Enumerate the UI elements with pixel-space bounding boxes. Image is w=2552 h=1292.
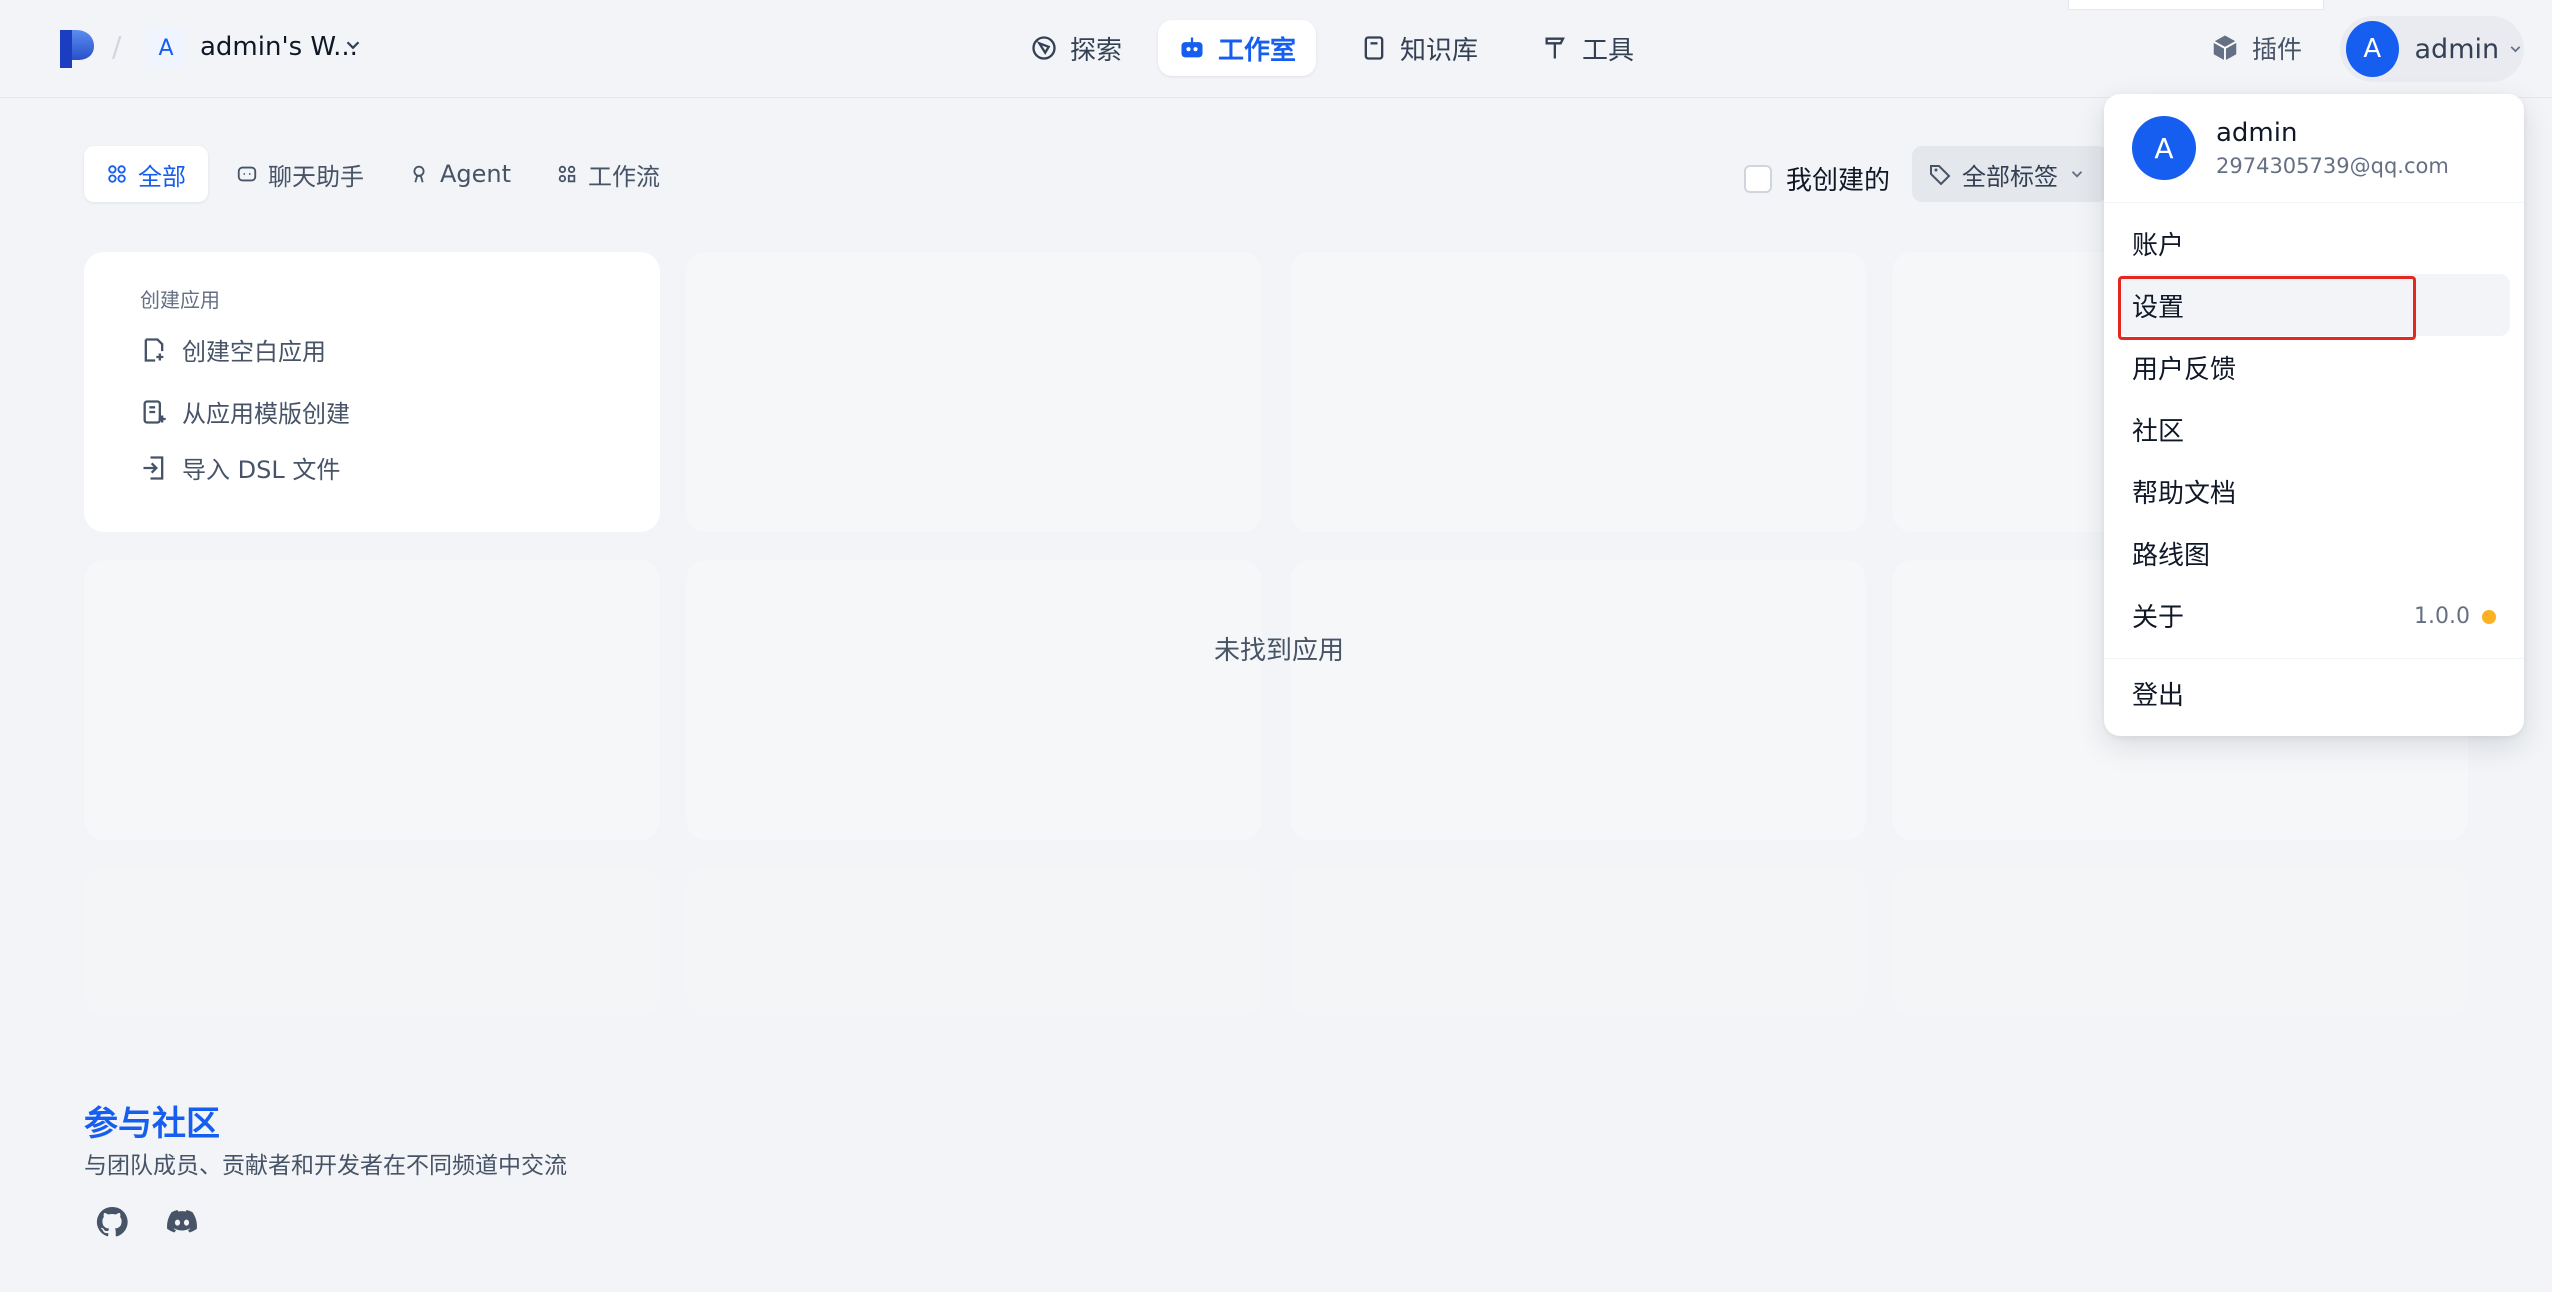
menu-item-feedback[interactable]: 用户反馈 xyxy=(2118,336,2510,398)
nav-explore-label: 探索 xyxy=(1070,35,1123,66)
menu-item-account[interactable]: 账户 xyxy=(2118,212,2510,274)
file-plus-icon xyxy=(144,337,164,362)
import-icon xyxy=(143,455,164,480)
import-dsl-button[interactable]: 导入 DSL 文件 xyxy=(140,450,340,485)
create-app-card: 创建应用 创建空白应用 从应用模版创建 导入 DSL 文件 xyxy=(84,252,660,532)
placeholder-card xyxy=(1290,252,1866,532)
tab-workflow[interactable]: 工作流 xyxy=(534,146,682,202)
workspace-avatar[interactable]: A xyxy=(146,28,186,68)
chevron-down-icon xyxy=(2071,171,2083,178)
user-menu-button[interactable]: A admin xyxy=(2340,16,2524,82)
top-bar: / A admin's W... 探索 工作室 知识库 工具 插件 A admi… xyxy=(0,0,2552,98)
template-icon xyxy=(143,399,166,424)
menu-user-name: admin xyxy=(2216,118,2298,148)
nav-studio-label: 工作室 xyxy=(1218,35,1297,66)
workspace-name[interactable]: admin's W... xyxy=(200,32,358,62)
create-template-label: 从应用模版创建 xyxy=(182,400,350,428)
plugins-button[interactable]: 插件 xyxy=(2210,30,2302,66)
robot-icon xyxy=(1181,37,1203,58)
book-icon xyxy=(1364,36,1384,60)
created-by-me-filter[interactable]: 我创建的 xyxy=(1744,160,1890,197)
nav-tools-label: 工具 xyxy=(1582,35,1635,66)
created-by-me-label: 我创建的 xyxy=(1786,166,1891,196)
discord-icon[interactable] xyxy=(164,1204,200,1240)
nav-knowledge[interactable]: 知识库 xyxy=(1340,20,1498,76)
create-app-title: 创建应用 xyxy=(140,288,220,312)
create-blank-label: 创建空白应用 xyxy=(182,338,326,366)
menu-item-help-docs[interactable]: 帮助文档 xyxy=(2118,460,2510,522)
empty-state-text: 未找到应用 xyxy=(1214,636,1345,666)
tag-filter-select[interactable]: 全部标签 xyxy=(1912,146,2108,202)
update-dot xyxy=(2482,609,2496,624)
breadcrumb-separator: / xyxy=(112,30,122,63)
chat-icon xyxy=(237,166,257,182)
plugins-label: 插件 xyxy=(2252,35,2303,64)
nav-explore[interactable]: 探索 xyxy=(1010,20,1142,76)
nav-knowledge-label: 知识库 xyxy=(1400,35,1479,66)
nav-tools[interactable]: 工具 xyxy=(1522,20,1654,76)
workflow-icon xyxy=(558,165,576,183)
placeholder-card xyxy=(1290,560,1866,840)
placeholder-card xyxy=(1892,866,2468,1016)
menu-item-roadmap[interactable]: 路线图 xyxy=(2118,522,2510,584)
grid-icon xyxy=(108,165,126,183)
chevron-down-icon xyxy=(2510,46,2521,53)
import-dsl-label: 导入 DSL 文件 xyxy=(182,456,341,484)
tag-icon xyxy=(1930,165,1951,186)
create-blank-app-button[interactable]: 创建空白应用 xyxy=(140,332,326,367)
app-logo[interactable] xyxy=(58,28,96,70)
avatar: A xyxy=(2346,21,2399,77)
github-icon[interactable] xyxy=(94,1204,130,1240)
cube-icon xyxy=(2213,35,2237,61)
version-badge: 1.0.0 xyxy=(2414,604,2496,629)
checkbox[interactable] xyxy=(1744,164,1772,193)
placeholder-card xyxy=(84,560,660,840)
tag-filter-label: 全部标签 xyxy=(1962,162,2058,191)
placeholder-card xyxy=(1290,866,1866,1016)
version-text: 1.0.0 xyxy=(2414,604,2470,629)
nav-studio[interactable]: 工作室 xyxy=(1158,20,1317,76)
divider xyxy=(2104,658,2524,659)
divider xyxy=(2104,202,2524,203)
placeholder-card xyxy=(84,866,660,1016)
user-dropdown-menu: A admin 2974305739@qq.com 账户 设置 用户反馈 社区 … xyxy=(2104,94,2524,736)
create-from-template-button[interactable]: 从应用模版创建 xyxy=(140,394,350,429)
tab-all-label: 全部 xyxy=(138,162,186,191)
tab-agent-label: Agent xyxy=(440,160,512,188)
highlight-box xyxy=(2118,276,2416,340)
user-name: admin xyxy=(2414,33,2500,65)
overlay-edge xyxy=(2068,0,2324,10)
tab-all[interactable]: 全部 xyxy=(84,146,208,202)
tab-chat-label: 聊天助手 xyxy=(268,162,364,191)
agent-icon xyxy=(413,165,425,183)
community-subtitle: 与团队成员、贡献者和开发者在不同频道中交流 xyxy=(84,1153,567,1179)
placeholder-card xyxy=(686,252,1262,532)
placeholder-card xyxy=(686,560,1262,840)
hammer-icon xyxy=(1545,37,1565,59)
menu-item-logout[interactable]: 登出 xyxy=(2118,662,2510,724)
tab-agent[interactable]: Agent xyxy=(386,146,533,202)
avatar: A xyxy=(2132,116,2196,180)
compass-icon xyxy=(1032,36,1056,60)
tab-chat-assistant[interactable]: 聊天助手 xyxy=(214,146,386,202)
tab-workflow-label: 工作流 xyxy=(588,162,660,191)
menu-user-email: 2974305739@qq.com xyxy=(2216,154,2449,178)
menu-item-about-label: 关于 xyxy=(2132,602,2185,633)
community-title: 参与社区 xyxy=(84,1104,220,1144)
menu-item-community[interactable]: 社区 xyxy=(2118,398,2510,460)
placeholder-card xyxy=(686,866,1262,1016)
chevron-down-icon[interactable] xyxy=(342,34,364,56)
